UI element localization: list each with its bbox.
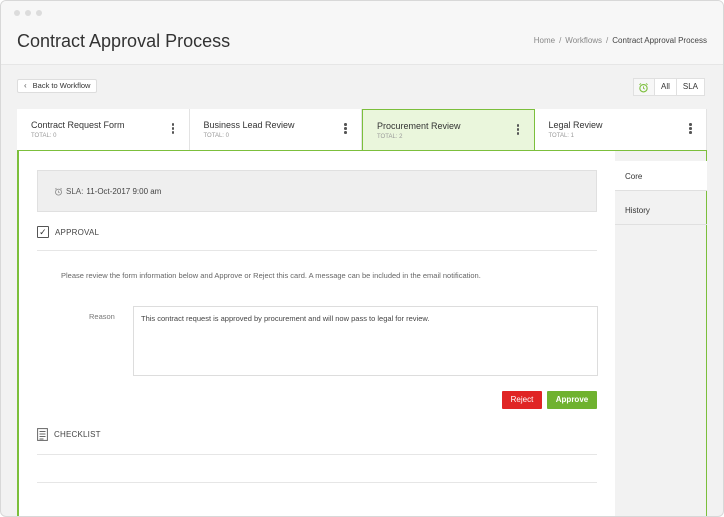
side-tab-core[interactable]: Core xyxy=(615,161,707,191)
stage-tab-procurement-review[interactable]: Procurement Review TOTAL: 2 xyxy=(362,109,535,151)
breadcrumb-workflows[interactable]: Workflows xyxy=(565,36,602,45)
breadcrumb: Home / Workflows / Contract Approval Process xyxy=(533,36,707,45)
app-window: Contract Approval Process Home / Workflows… xyxy=(0,0,724,517)
divider xyxy=(37,454,597,455)
breadcrumb-current: Contract Approval Process xyxy=(612,36,707,45)
sla-text: SLA: 11-Oct-2017 9:00 am xyxy=(54,187,161,196)
filter-group: All SLA xyxy=(632,78,705,96)
stage-tab-contract-request-form[interactable]: Contract Request Form TOTAL: 0 xyxy=(17,109,190,151)
checklist-icon xyxy=(37,428,48,441)
window-dot xyxy=(36,10,42,16)
approval-heading-label: APPROVAL xyxy=(55,227,100,237)
checkbox-checked-icon: ✓ xyxy=(37,226,49,238)
kebab-menu-icon[interactable] xyxy=(516,124,520,135)
window-dot xyxy=(25,10,31,16)
stage-name: Contract Request Form xyxy=(31,120,125,130)
stage-tabs: Contract Request Form TOTAL: 0 Business … xyxy=(17,109,707,151)
reject-button[interactable]: Reject xyxy=(502,391,542,409)
breadcrumb-home[interactable]: Home xyxy=(534,36,555,45)
stage-name: Legal Review xyxy=(548,120,603,130)
side-panel: Core History xyxy=(615,150,707,516)
divider xyxy=(37,482,597,483)
stage-total: TOTAL: 1 xyxy=(548,133,574,139)
sla-box: SLA: 11-Oct-2017 9:00 am xyxy=(37,170,597,212)
alarm-clock-icon xyxy=(54,187,63,196)
checklist-heading-label: CHECKLIST xyxy=(54,430,101,439)
window-titlebar xyxy=(1,1,723,23)
alarm-clock-icon xyxy=(639,82,649,92)
stage-tab-business-lead-review[interactable]: Business Lead Review TOTAL: 0 xyxy=(189,109,362,151)
back-to-workflow-button[interactable]: ‹ Back to Workflow xyxy=(17,79,98,93)
stage-tab-legal-review[interactable]: Legal Review TOTAL: 1 xyxy=(534,109,707,151)
stage-total: TOTAL: 0 xyxy=(203,133,229,139)
reason-textarea[interactable]: This contract request is approved by pro… xyxy=(133,306,598,376)
kebab-menu-icon[interactable] xyxy=(344,123,347,134)
page-header: Contract Approval Process Home / Workflows… xyxy=(1,23,723,65)
chevron-left-icon: ‹ xyxy=(24,81,27,90)
stage-total: TOTAL: 2 xyxy=(377,134,403,140)
sla-label: SLA: xyxy=(66,187,84,196)
kebab-menu-icon[interactable] xyxy=(171,123,175,134)
sla-filter-toggle[interactable] xyxy=(632,78,655,96)
reason-label: Reason xyxy=(89,312,115,321)
stage-name: Procurement Review xyxy=(377,121,461,131)
divider xyxy=(37,250,597,251)
stage-name: Business Lead Review xyxy=(203,120,295,130)
approval-instructions: Please review the form information below… xyxy=(61,271,481,280)
side-tab-history[interactable]: History xyxy=(615,195,707,225)
filter-all-button[interactable]: All xyxy=(654,78,677,96)
sla-value: 11-Oct-2017 9:00 am xyxy=(86,187,162,196)
checklist-heading: CHECKLIST xyxy=(37,428,101,441)
stage-total: TOTAL: 0 xyxy=(31,133,57,139)
approve-button[interactable]: Approve xyxy=(547,391,597,409)
filter-sla-button[interactable]: SLA xyxy=(676,78,705,96)
back-to-workflow-label: Back to Workflow xyxy=(32,81,91,90)
page-title: Contract Approval Process xyxy=(17,31,231,51)
kebab-menu-icon[interactable] xyxy=(689,123,692,134)
approval-heading: ✓ APPROVAL xyxy=(37,226,99,238)
card-content: SLA: 11-Oct-2017 9:00 am ✓ APPROVAL Plea… xyxy=(17,150,615,516)
window-dot xyxy=(14,10,20,16)
